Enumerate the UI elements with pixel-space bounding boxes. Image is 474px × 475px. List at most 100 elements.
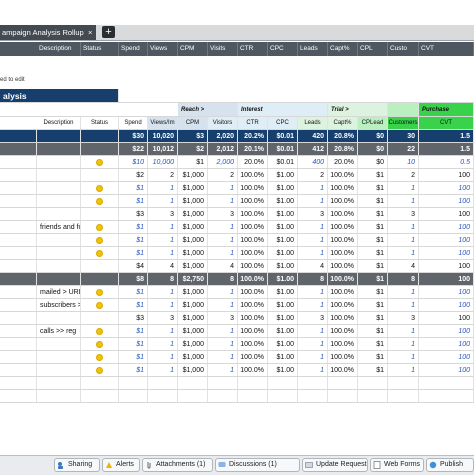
table-cell[interactable] — [148, 377, 178, 389]
table-cell[interactable]: $1 — [358, 234, 388, 246]
status-dot-cell[interactable] — [81, 325, 119, 337]
table-cell[interactable]: 100 — [419, 221, 474, 233]
table-cell[interactable]: $1,000 — [178, 247, 208, 259]
table-cell[interactable]: 100.0% — [238, 312, 268, 324]
table-cell[interactable]: $30 — [119, 130, 148, 142]
table-cell[interactable]: 3 — [148, 208, 178, 220]
table-cell[interactable]: 0.5 — [419, 156, 474, 168]
table-cell[interactable]: 100.0% — [238, 247, 268, 259]
table-cell[interactable]: $1,000 — [178, 364, 208, 376]
row-number[interactable] — [0, 377, 37, 389]
table-cell[interactable]: $1.00 — [268, 299, 298, 311]
table-cell[interactable] — [178, 377, 208, 389]
table-cell[interactable]: $1,000 — [178, 338, 208, 350]
row-number[interactable] — [0, 338, 37, 350]
subheader-capt-[interactable]: Capt% — [328, 117, 358, 129]
column-header-spend[interactable]: Spend — [119, 42, 148, 56]
table-cell[interactable]: 3 — [148, 312, 178, 324]
table-cell[interactable]: 1 — [208, 299, 238, 311]
column-header-views[interactable]: Views — [148, 42, 178, 56]
table-cell[interactable]: 100 — [419, 338, 474, 350]
table-cell[interactable]: 1 — [298, 286, 328, 298]
table-cell[interactable]: 1.5 — [419, 143, 474, 155]
table-cell[interactable]: $1 — [119, 195, 148, 207]
table-cell[interactable]: $1 — [358, 351, 388, 363]
table-cell[interactable]: $1 — [119, 338, 148, 350]
table-cell[interactable]: 2 — [298, 169, 328, 181]
table-cell[interactable] — [419, 377, 474, 389]
table-cell[interactable]: $3 — [119, 208, 148, 220]
column-header-ctr[interactable]: CTR — [238, 42, 268, 56]
table-cell[interactable]: $1,000 — [178, 208, 208, 220]
table-cell[interactable] — [238, 390, 268, 402]
table-cell[interactable] — [388, 390, 419, 402]
table-cell[interactable]: 100 — [419, 312, 474, 324]
table-cell[interactable]: 100.0% — [328, 338, 358, 350]
table-cell[interactable]: $1.00 — [268, 286, 298, 298]
table-cell[interactable]: $1,000 — [178, 260, 208, 272]
table-cell[interactable] — [37, 273, 81, 285]
table-cell[interactable]: 100 — [419, 273, 474, 285]
row-number[interactable] — [0, 130, 37, 142]
table-cell[interactable]: 2 — [388, 169, 419, 181]
table-cell[interactable]: 8 — [208, 273, 238, 285]
table-cell[interactable]: $1,000 — [178, 221, 208, 233]
close-tab-icon[interactable]: × — [88, 25, 92, 40]
table-cell[interactable]: 20.8% — [328, 130, 358, 142]
table-cell[interactable] — [37, 338, 81, 350]
table-cell[interactable]: $4 — [119, 260, 148, 272]
table-cell[interactable]: calls >> reg — [37, 325, 81, 337]
subheader-views-im[interactable]: Views/Im — [148, 117, 178, 129]
table-cell[interactable]: $1.00 — [268, 208, 298, 220]
table-cell[interactable]: $1,000 — [178, 312, 208, 324]
table-cell[interactable]: 1 — [148, 195, 178, 207]
table-cell[interactable]: 1 — [298, 299, 328, 311]
table-cell[interactable]: 100.0% — [238, 273, 268, 285]
table-cell[interactable]: 100.0% — [238, 260, 268, 272]
table-cell[interactable]: 1 — [388, 325, 419, 337]
table-cell[interactable] — [268, 377, 298, 389]
add-sheet-button[interactable]: + — [102, 26, 115, 38]
status-dot-cell[interactable] — [81, 286, 119, 298]
table-cell[interactable]: 1 — [148, 351, 178, 363]
table-cell[interactable]: 1 — [148, 286, 178, 298]
table-cell[interactable]: 100 — [419, 364, 474, 376]
group-spacer[interactable] — [388, 103, 419, 116]
table-cell[interactable]: 100.0% — [238, 234, 268, 246]
table-cell[interactable]: $1 — [119, 325, 148, 337]
table-cell[interactable]: 1 — [208, 364, 238, 376]
table-cell[interactable]: 100 — [419, 208, 474, 220]
table-cell[interactable] — [419, 390, 474, 402]
table-cell[interactable]: 1 — [208, 234, 238, 246]
table-cell[interactable]: $0.01 — [268, 143, 298, 155]
table-cell[interactable]: 100 — [419, 195, 474, 207]
table-cell[interactable]: $1 — [119, 234, 148, 246]
table-cell[interactable]: $1 — [358, 260, 388, 272]
table-cell[interactable]: 100.0% — [238, 325, 268, 337]
table-cell[interactable]: 10,000 — [148, 156, 178, 168]
table-cell[interactable]: 1 — [208, 182, 238, 194]
table-cell[interactable]: $1 — [119, 299, 148, 311]
row-number[interactable] — [0, 208, 37, 220]
table-cell[interactable]: $1 — [358, 286, 388, 298]
table-cell[interactable] — [298, 390, 328, 402]
table-cell[interactable]: $1 — [358, 299, 388, 311]
row-number[interactable] — [0, 325, 37, 337]
table-cell[interactable]: $1 — [358, 325, 388, 337]
row-number[interactable] — [0, 195, 37, 207]
table-cell[interactable]: $1.00 — [268, 182, 298, 194]
table-cell[interactable]: 100 — [419, 351, 474, 363]
table-cell[interactable]: $1 — [119, 286, 148, 298]
table-cell[interactable]: 100.0% — [328, 234, 358, 246]
subheader-spend[interactable]: Spend — [119, 117, 148, 129]
table-cell[interactable]: 100.0% — [328, 273, 358, 285]
bottom-tab-discussions-1[interactable]: Discussions (1) — [215, 458, 300, 472]
table-cell[interactable]: $1,000 — [178, 195, 208, 207]
table-cell[interactable]: 1 — [148, 182, 178, 194]
table-cell[interactable]: $1 — [358, 182, 388, 194]
table-cell[interactable]: 100.0% — [328, 221, 358, 233]
table-cell[interactable]: $1 — [358, 364, 388, 376]
status-dot-cell[interactable] — [81, 299, 119, 311]
table-cell[interactable]: $1.00 — [268, 169, 298, 181]
table-cell[interactable]: 4 — [388, 260, 419, 272]
